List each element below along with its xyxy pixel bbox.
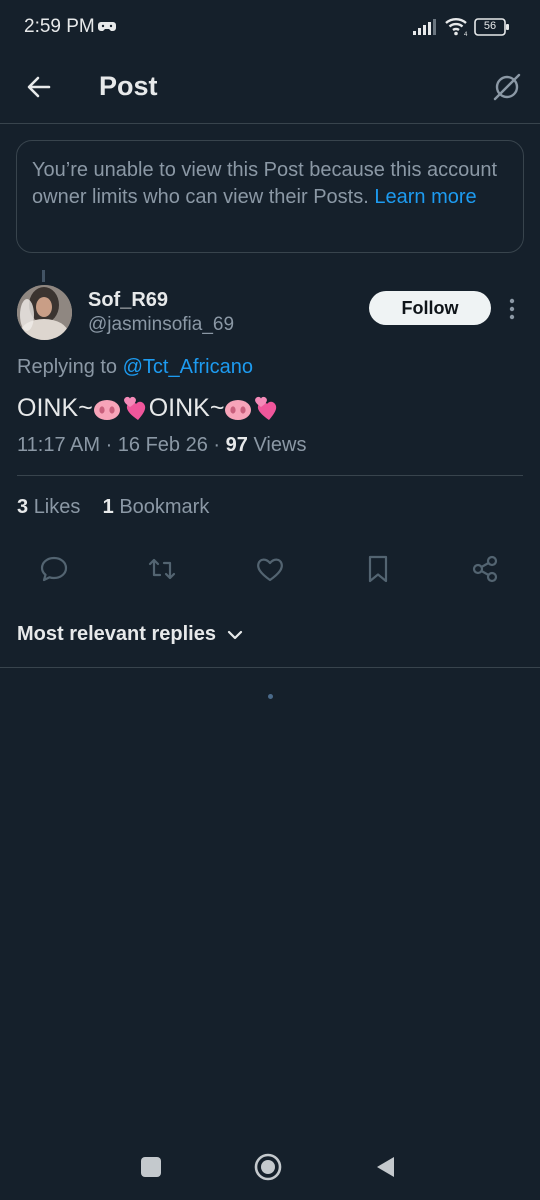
battery-level: 56 (483, 20, 497, 32)
signal-icon (413, 19, 436, 35)
retweet-icon[interactable] (146, 553, 178, 585)
replying-to: Replying to @Tct_Africano (17, 356, 253, 379)
thread-connector (42, 270, 45, 282)
status-time: 2:59 PM (24, 16, 95, 37)
status-bar: 2:59 PM 4 56 (0, 0, 540, 56)
tweet-text-part: OINK~ (148, 394, 225, 422)
bookmark-icon[interactable] (362, 553, 394, 585)
recent-apps-button[interactable] (141, 1157, 161, 1177)
home-button[interactable] (254, 1153, 282, 1181)
top-app-bar: Post (0, 56, 540, 124)
replying-to-prefix: Replying to (17, 356, 118, 378)
avatar[interactable] (17, 285, 72, 340)
nav-back-button[interactable] (374, 1155, 396, 1179)
back-arrow-icon[interactable] (22, 70, 56, 104)
engagement-stats: 3 Likes 1 Bookmark (17, 496, 209, 519)
divider (0, 667, 540, 668)
bookmarks-stat[interactable]: 1 Bookmark (103, 496, 210, 518)
bookmarks-count: 1 (102, 496, 114, 518)
views-label: Views (253, 434, 307, 456)
grok-icon[interactable] (490, 70, 524, 104)
avatar-image (17, 285, 72, 340)
likes-count: 3 (17, 496, 29, 518)
tweet-timestamp: 11:17 AM · 16 Feb 26 · (17, 434, 226, 456)
page-title: Post (99, 71, 158, 101)
two-hearts-emoji (123, 396, 145, 420)
bookmarks-label: Bookmark (119, 496, 210, 518)
loading-indicator (268, 694, 273, 699)
wifi-icon: 4 (445, 18, 468, 37)
follow-button[interactable]: Follow (369, 291, 491, 325)
tweet-text-part: OINK~ (17, 394, 93, 422)
likes-stat[interactable]: 3 Likes (17, 496, 80, 518)
username[interactable]: @jasminsofia_69 (88, 314, 234, 336)
likes-label: Likes (33, 496, 81, 518)
views-count: 97 (225, 434, 248, 456)
replies-sort-label: Most relevant replies (17, 623, 216, 645)
display-name[interactable]: Sof_R69 (88, 289, 168, 312)
svg-text:4: 4 (464, 32, 468, 37)
learn-more-link[interactable]: Learn more (374, 186, 476, 208)
restricted-post-notice: You’re unable to view this Post because … (16, 140, 524, 253)
replies-sort-dropdown[interactable]: Most relevant replies (17, 623, 244, 646)
pig-nose-emoji (225, 399, 252, 420)
heart-icon[interactable] (254, 553, 286, 585)
pig-nose-emoji (93, 399, 120, 420)
reply-icon[interactable] (38, 553, 70, 585)
replying-to-user-link[interactable]: @Tct_Africano (123, 356, 253, 378)
divider (17, 475, 523, 476)
game-controller-icon (98, 22, 116, 31)
two-hearts-emoji (255, 396, 277, 420)
tweet-metadata: 11:17 AM · 16 Feb 26 · 97 Views (17, 434, 306, 457)
more-vertical-icon[interactable] (502, 296, 522, 322)
tweet-text: OINK~ OINK~ (17, 394, 280, 423)
share-icon[interactable] (469, 553, 501, 585)
chevron-down-icon (227, 630, 243, 639)
